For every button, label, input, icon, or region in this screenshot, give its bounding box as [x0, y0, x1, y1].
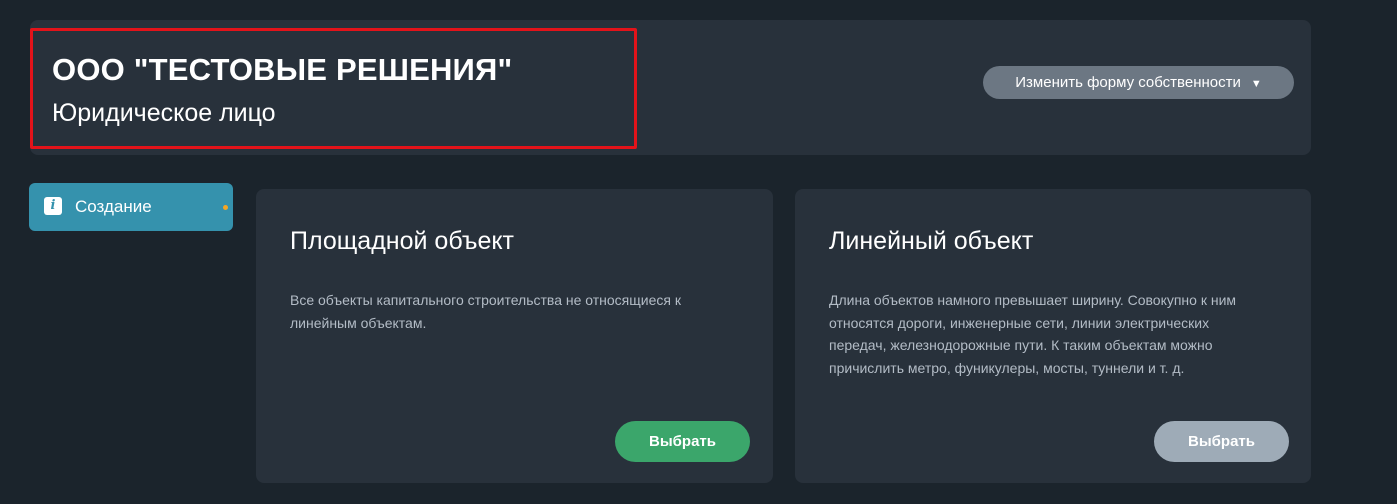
card-description: Длина объектов намного превышает ширину.…: [829, 292, 1237, 376]
sidebar-item-creation[interactable]: i Создание: [29, 183, 233, 231]
area-object-card: Площадной объект Все объекты капитальног…: [256, 189, 773, 483]
change-ownership-label: Изменить форму собственности: [1015, 74, 1241, 91]
select-linear-object-button[interactable]: Выбрать: [1154, 421, 1289, 462]
select-area-object-button[interactable]: Выбрать: [615, 421, 750, 462]
info-icon: i: [44, 197, 62, 215]
card-title: Площадной объект: [290, 227, 515, 255]
card-description: Все объекты капитального строительства н…: [290, 292, 681, 331]
organization-highlight-box: [30, 28, 637, 149]
chevron-down-icon: ▼: [1250, 77, 1262, 90]
linear-object-card: Линейный объект Длина объектов намного п…: [795, 189, 1311, 483]
sidebar-item-label: Создание: [75, 197, 152, 216]
organization-name: ООО "ТЕСТОВЫЕ РЕШЕНИЯ": [52, 52, 513, 87]
page: ООО "ТЕСТОВЫЕ РЕШЕНИЯ" Юридическое лицо …: [0, 0, 1397, 504]
organization-type: Юридическое лицо: [52, 99, 276, 127]
change-ownership-button[interactable]: Изменить форму собственности ▼: [983, 66, 1294, 99]
status-dot-indicator: [223, 205, 228, 210]
card-title: Линейный объект: [829, 227, 1034, 255]
